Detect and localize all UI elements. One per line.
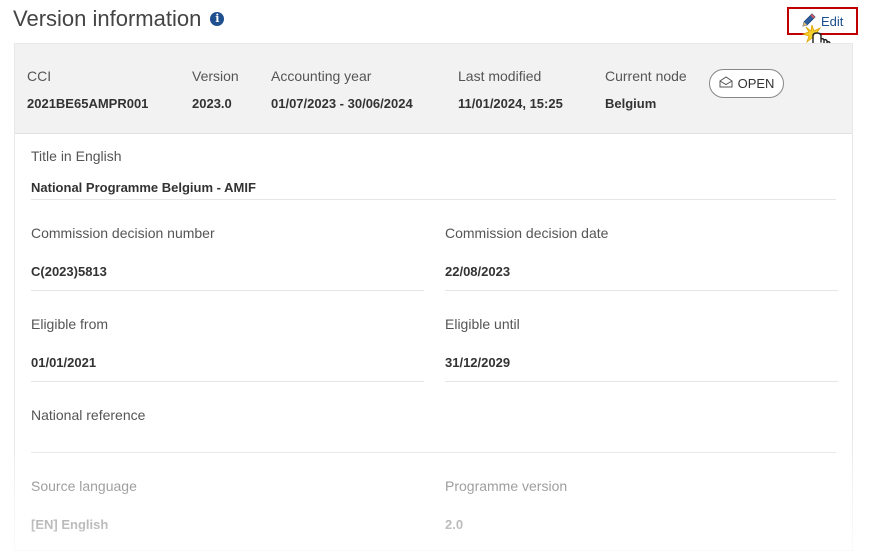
cci-label: CCI xyxy=(27,68,52,84)
title-en-label: Title in English xyxy=(31,148,122,164)
decision-number-field: Commission decision number C(2023)5813 xyxy=(31,225,426,291)
page-title: Version information i xyxy=(13,6,225,32)
last-modified-label: Last modified xyxy=(458,68,542,84)
version-header-bar: CCI 2021BE65AMPR001 Version 2023.0 Accou… xyxy=(15,44,852,134)
eligible-from-underline xyxy=(31,381,424,382)
source-language-field: Source language [EN] English xyxy=(31,478,426,538)
eligible-until-underline xyxy=(445,381,838,382)
version-value: 2023.0 xyxy=(192,96,232,111)
decision-number-value: C(2023)5813 xyxy=(31,264,107,279)
programme-version-label: Programme version xyxy=(445,478,568,494)
cci-value: 2021BE65AMPR001 xyxy=(27,96,149,111)
decision-number-label: Commission decision number xyxy=(31,225,215,241)
decision-date-value: 22/08/2023 xyxy=(445,264,511,279)
current-node-value: Belgium xyxy=(605,96,657,111)
eligible-until-value: 31/12/2029 xyxy=(445,355,511,370)
version-label: Version xyxy=(192,68,239,84)
eligible-from-label: Eligible from xyxy=(31,316,109,332)
decision-number-underline xyxy=(31,290,424,291)
info-icon[interactable]: i xyxy=(210,12,225,26)
programme-version-field: Programme version 2.0 xyxy=(445,478,840,538)
last-modified-column: Last modified 11/01/2024, 15:25 xyxy=(458,68,563,111)
title-en-field: Title in English National Programme Belg… xyxy=(31,148,841,200)
decision-date-underline xyxy=(445,290,838,291)
decision-date-label: Commission decision date xyxy=(445,225,609,241)
national-reference-underline xyxy=(31,452,836,453)
envelope-open-icon xyxy=(719,76,733,91)
status-badge-label: OPEN xyxy=(737,76,775,91)
eligible-from-value: 01/01/2021 xyxy=(31,355,97,370)
accounting-year-label: Accounting year xyxy=(271,68,372,84)
page-title-text: Version information xyxy=(13,6,202,31)
accounting-year-value: 01/07/2023 - 30/06/2024 xyxy=(271,96,413,111)
accounting-year-column: Accounting year 01/07/2023 - 30/06/2024 xyxy=(271,68,413,111)
national-reference-label: National reference xyxy=(31,407,146,423)
last-modified-value: 11/01/2024, 15:25 xyxy=(458,96,563,111)
national-reference-field: National reference xyxy=(31,407,841,453)
eligible-from-field: Eligible from 01/01/2021 xyxy=(31,316,426,382)
title-en-underline xyxy=(31,199,836,200)
source-language-value: [EN] English xyxy=(31,517,109,532)
status-badge: OPEN xyxy=(709,69,784,98)
programme-version-value: 2.0 xyxy=(445,517,464,532)
decision-date-field: Commission decision date 22/08/2023 xyxy=(445,225,840,291)
title-en-value: National Programme Belgium - AMIF xyxy=(31,180,256,195)
eligible-until-label: Eligible until xyxy=(445,316,520,332)
current-node-column: Current node Belgium xyxy=(605,68,687,111)
eligible-until-field: Eligible until 31/12/2029 xyxy=(445,316,840,382)
version-panel: CCI 2021BE65AMPR001 Version 2023.0 Accou… xyxy=(14,43,853,551)
current-node-label: Current node xyxy=(605,68,687,84)
cci-column: CCI 2021BE65AMPR001 xyxy=(27,68,148,111)
version-column: Version 2023.0 xyxy=(192,68,239,111)
source-language-label: Source language xyxy=(31,478,137,494)
